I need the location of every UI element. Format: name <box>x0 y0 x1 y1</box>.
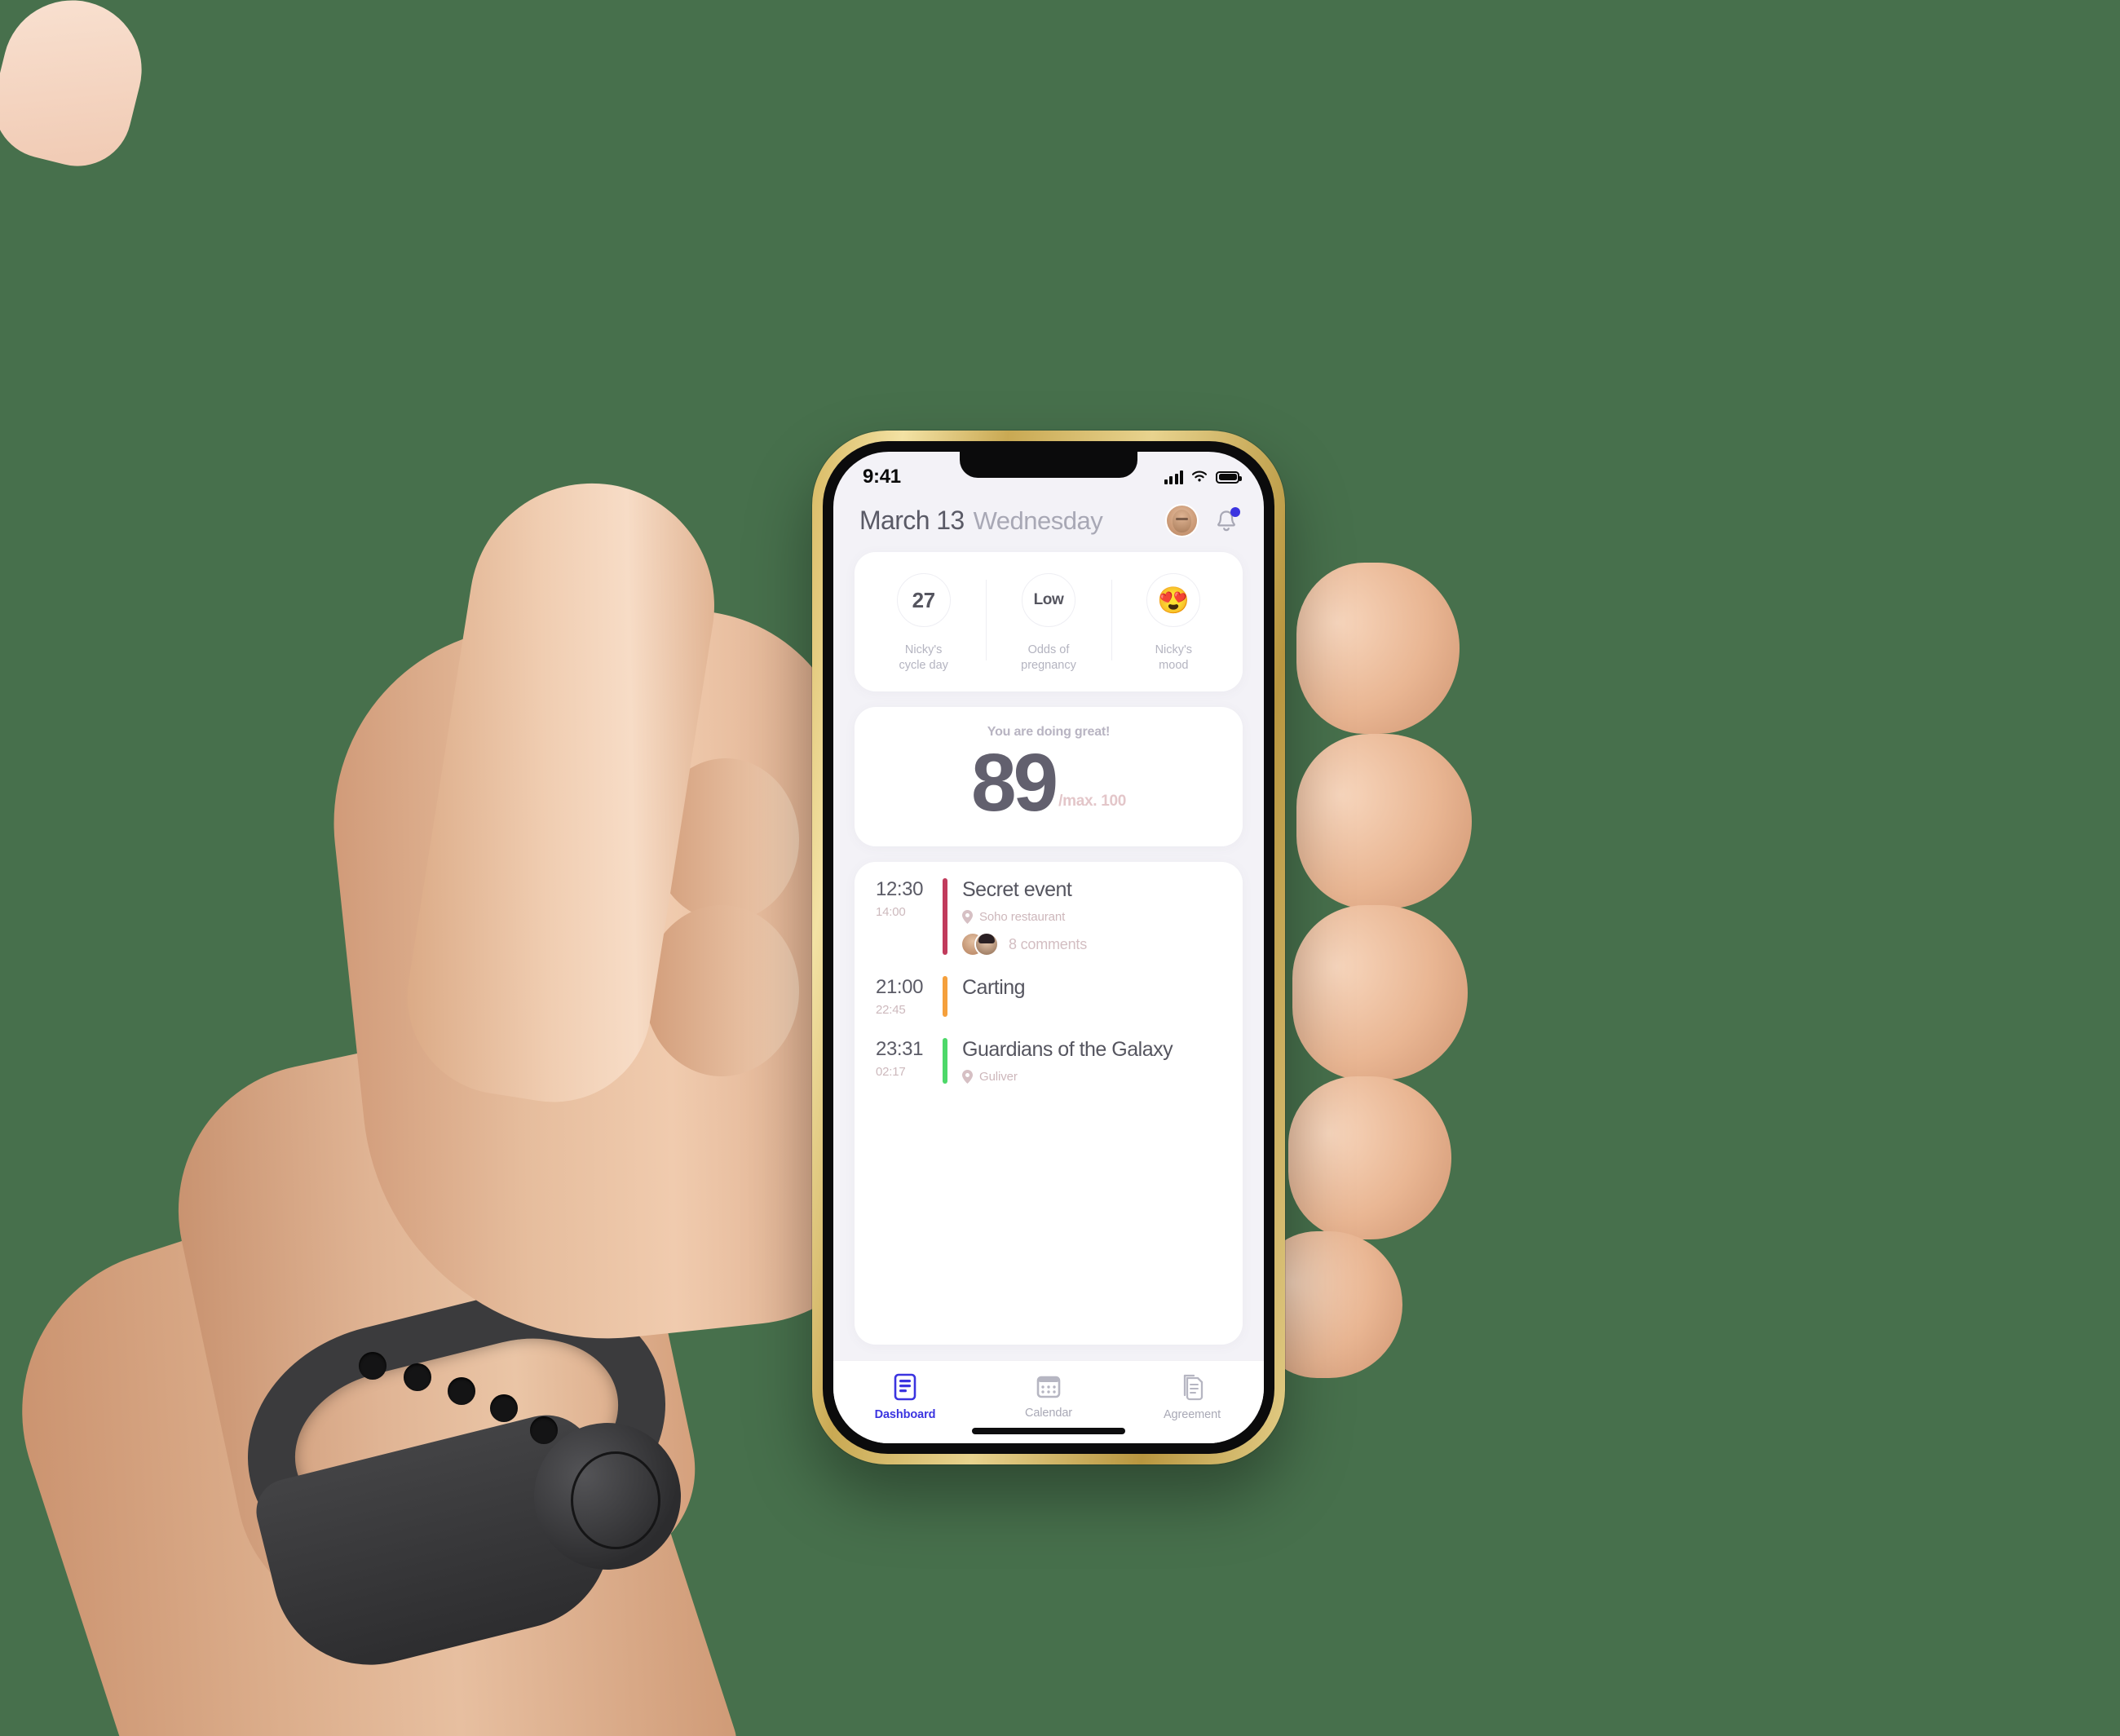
event-start-time: 23:31 <box>876 1038 924 1061</box>
score-max-label: /max. 100 <box>1058 793 1127 811</box>
event-end-time: 02:17 <box>876 1065 906 1080</box>
score-value: 89 <box>970 737 1058 829</box>
fingertip <box>1292 905 1468 1080</box>
wifi-icon <box>1191 470 1208 482</box>
band-hole <box>448 1377 475 1405</box>
phone-screen: 9:41 March 13 Wednesday 27 Nicky's cycle… <box>833 452 1264 1443</box>
band-hole <box>359 1352 386 1380</box>
watch-buckle-ring <box>571 1451 660 1549</box>
status-bar-icons <box>1164 470 1242 484</box>
stat-label-line2: mood <box>1159 659 1189 673</box>
stat-mood[interactable]: 😍 Nicky's mood <box>1111 573 1236 674</box>
event-body: Secret event Soho restaurant 8 comments <box>947 878 1243 956</box>
fingertip <box>1296 734 1472 909</box>
event-title: Guardians of the Galaxy <box>962 1038 1173 1062</box>
home-indicator[interactable] <box>833 1428 1264 1443</box>
band-hole <box>530 1416 558 1444</box>
tab-label: Agreement <box>1163 1408 1221 1421</box>
band-hole <box>490 1394 518 1422</box>
event-end-time: 22:45 <box>876 1003 906 1018</box>
stat-value: 27 <box>912 587 936 612</box>
stat-circle: 😍 <box>1146 573 1201 627</box>
score-card[interactable]: You are doing great! 89 /max. 100 <box>855 707 1243 847</box>
event-title: Carting <box>962 976 1026 1000</box>
stat-label: Nicky's mood <box>1155 643 1192 674</box>
event-times: 12:30 14:00 <box>855 878 943 955</box>
status-bar-time: 9:41 <box>863 466 901 488</box>
band-hole <box>404 1363 431 1391</box>
stat-circle: 27 <box>896 573 951 627</box>
event-place: Soho restaurant <box>962 910 1243 925</box>
stat-label-line2: cycle day <box>899 659 948 673</box>
event-body: Carting <box>947 976 1243 1017</box>
bottom-tab-bar: Dashboard Calendar Agreement <box>833 1360 1264 1428</box>
header-actions <box>1167 506 1240 536</box>
score-row: 89 /max. 100 <box>855 737 1243 829</box>
battery-full-icon <box>1216 470 1242 484</box>
map-pin-icon <box>962 1070 973 1084</box>
stat-label: Nicky's cycle day <box>899 643 947 674</box>
user-avatar[interactable] <box>1167 506 1197 536</box>
screen-notch <box>960 452 1137 478</box>
tab-label: Dashboard <box>874 1408 936 1421</box>
agreement-documents-icon <box>1183 1374 1204 1401</box>
stats-card: 27 Nicky's cycle day Low Odds of pregnan… <box>855 552 1243 692</box>
dashboard-document-icon <box>894 1373 916 1401</box>
event-meta[interactable]: 8 comments <box>962 934 1243 956</box>
notification-bell-button[interactable] <box>1213 506 1240 535</box>
stat-value: Low <box>1033 591 1064 608</box>
stat-label: Odds of pregnancy <box>1021 643 1076 674</box>
event-times: 23:31 02:17 <box>855 1038 943 1084</box>
stat-label-line2: pregnancy <box>1021 659 1076 673</box>
event-start-time: 21:00 <box>876 976 924 999</box>
fingertip <box>1288 1076 1451 1239</box>
comment-avatar <box>976 934 997 956</box>
comment-avatars <box>962 934 997 956</box>
knuckle <box>644 905 799 1076</box>
mood-emoji-icon: 😍 <box>1157 585 1190 615</box>
event-place-text: Soho restaurant <box>979 910 1066 925</box>
header-date-group: March 13 Wednesday <box>859 506 1103 536</box>
stat-label-line1: Nicky's <box>1155 643 1193 656</box>
stat-cycle-day[interactable]: 27 Nicky's cycle day <box>861 573 986 674</box>
stat-odds-pregnancy[interactable]: Low Odds of pregnancy <box>986 573 1111 674</box>
thumbnail <box>0 0 157 178</box>
event-place-text: Guliver <box>979 1070 1018 1084</box>
event-place: Guliver <box>962 1070 1243 1084</box>
notification-badge-dot <box>1230 506 1240 517</box>
event-comments-count: 8 comments <box>1009 935 1088 952</box>
event-start-time: 12:30 <box>876 878 924 901</box>
map-pin-icon <box>962 910 973 925</box>
event-row[interactable]: 23:31 02:17 Guardians of the Galaxy Guli… <box>855 1025 1243 1092</box>
header-date: March 13 <box>859 506 965 535</box>
tab-label: Calendar <box>1024 1407 1073 1420</box>
event-title: Secret event <box>962 878 1072 902</box>
calendar-icon <box>1036 1376 1061 1398</box>
stat-circle: Low <box>1021 573 1075 627</box>
event-times: 21:00 22:45 <box>855 976 943 1017</box>
smartphone-device: 9:41 March 13 Wednesday 27 Nicky's cycle… <box>812 431 1285 1464</box>
stat-label-line1: Nicky's <box>904 643 943 656</box>
app-header: March 13 Wednesday <box>833 494 1264 552</box>
fingertip <box>1296 563 1460 734</box>
event-body: Guardians of the Galaxy Guliver <box>947 1038 1243 1084</box>
tab-dashboard[interactable]: Dashboard <box>833 1373 977 1421</box>
event-row[interactable]: 12:30 14:00 Secret event Soho restaurant <box>855 865 1243 963</box>
tab-agreement[interactable]: Agreement <box>1120 1373 1264 1421</box>
events-card: 12:30 14:00 Secret event Soho restaurant <box>855 862 1243 1345</box>
tab-calendar[interactable]: Calendar <box>977 1373 1120 1420</box>
cellular-signal-icon <box>1164 470 1183 484</box>
phone-bezel: 9:41 March 13 Wednesday 27 Nicky's cycle… <box>823 441 1274 1454</box>
stat-label-line1: Odds of <box>1027 643 1070 656</box>
event-end-time: 14:00 <box>876 905 906 920</box>
event-row[interactable]: 21:00 22:45 Carting <box>855 963 1243 1025</box>
header-weekday: Wednesday <box>973 506 1103 535</box>
